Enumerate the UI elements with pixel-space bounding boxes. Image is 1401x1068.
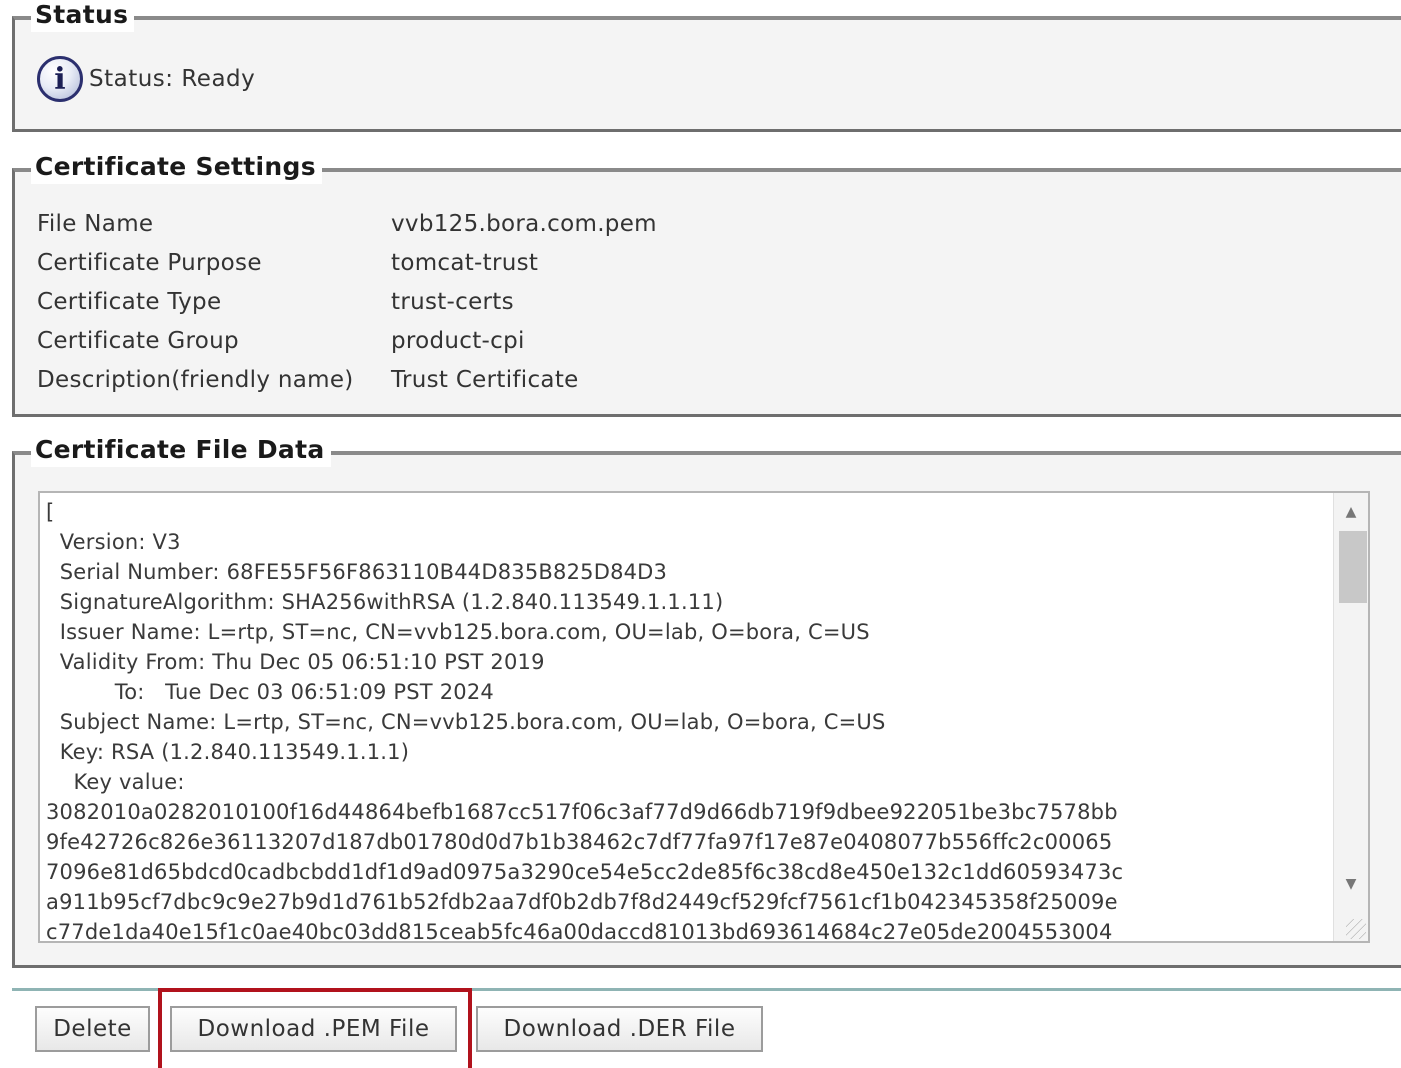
- scroll-up-arrow-icon[interactable]: ▲: [1334, 497, 1368, 527]
- delete-button[interactable]: Delete: [35, 1006, 150, 1052]
- certificate-details-page: Status i Status: Ready Certificate Setti…: [0, 0, 1401, 1068]
- description-label: Description(friendly name): [37, 366, 354, 393]
- certificate-data-content[interactable]: [ Version: V3 Serial Number: 68FE55F56F8…: [40, 493, 1368, 941]
- description-value: Trust Certificate: [391, 366, 579, 393]
- resize-grip-icon[interactable]: [1346, 919, 1366, 939]
- certificate-data-textarea[interactable]: [ Version: V3 Serial Number: 68FE55F56F8…: [38, 491, 1370, 943]
- scroll-down-arrow-icon[interactable]: ▼: [1334, 869, 1368, 899]
- scroll-thumb[interactable]: [1339, 531, 1367, 603]
- certificate-group-value: product-cpi: [391, 327, 525, 354]
- certificate-file-data-group: Certificate File Data [ Version: V3 Seri…: [12, 433, 1401, 968]
- certificate-settings-table: File Name vvb125.bora.com.pem Certificat…: [37, 204, 657, 399]
- info-icon: i: [37, 56, 83, 102]
- settings-row-group: Certificate Group product-cpi: [37, 321, 657, 360]
- status-legend: Status: [31, 0, 135, 32]
- certificate-type-value: trust-certs: [391, 288, 514, 315]
- download-pem-file-button[interactable]: Download .PEM File: [170, 1006, 457, 1052]
- settings-row-description: Description(friendly name) Trust Certifi…: [37, 360, 657, 399]
- settings-row-purpose: Certificate Purpose tomcat-trust: [37, 243, 657, 282]
- settings-row-file-name: File Name vvb125.bora.com.pem: [37, 204, 657, 243]
- download-der-file-button[interactable]: Download .DER File: [476, 1006, 763, 1052]
- status-row: i Status: Ready: [37, 56, 255, 102]
- vertical-scrollbar[interactable]: ▲ ▼: [1333, 493, 1368, 941]
- certificate-purpose-value: tomcat-trust: [391, 249, 539, 276]
- file-name-value: vvb125.bora.com.pem: [391, 210, 657, 237]
- certificate-settings-legend: Certificate Settings: [31, 150, 322, 184]
- settings-row-type: Certificate Type trust-certs: [37, 282, 657, 321]
- certificate-settings-group: Certificate Settings File Name vvb125.bo…: [12, 150, 1401, 417]
- certificate-purpose-label: Certificate Purpose: [37, 249, 262, 276]
- status-text: Status: Ready: [89, 66, 256, 92]
- certificate-file-data-legend: Certificate File Data: [31, 433, 331, 467]
- status-group: Status i Status: Ready: [12, 0, 1401, 132]
- certificate-group-label: Certificate Group: [37, 327, 239, 354]
- toolbar-divider: [12, 988, 1401, 991]
- certificate-type-label: Certificate Type: [37, 288, 222, 315]
- file-name-label: File Name: [37, 210, 154, 237]
